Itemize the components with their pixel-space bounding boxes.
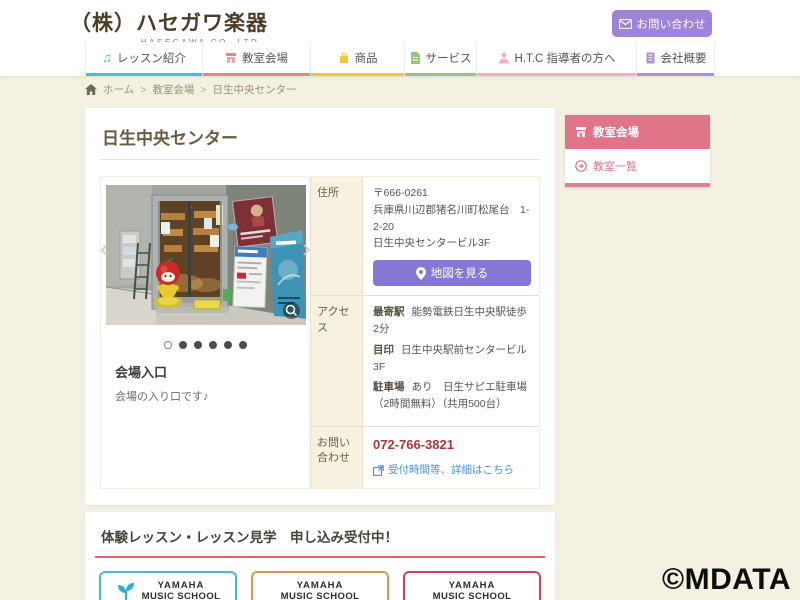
school-card-list: YAMAHA MUSIC SCHOOL ヤマハ音楽教室 YAMAHA MUSIC…	[95, 571, 545, 600]
access-label: アクセス	[311, 296, 363, 426]
view-map-label: 地図を見る	[430, 268, 489, 281]
envelope-icon	[618, 18, 632, 29]
venue-photo[interactable]	[105, 185, 306, 330]
sprout-icon	[116, 582, 136, 600]
classrooms-sidebar: 教室会場 教室一覧	[565, 115, 710, 187]
music-note-icon: ♫	[102, 50, 112, 65]
access-parking: 駐車場 あり 日生サピエ駐車場（2時間無料）（共用500台）	[373, 381, 527, 411]
map-pin-icon	[415, 266, 426, 280]
sidebar-item-label: 教室一覧	[593, 161, 637, 173]
carousel-prev-arrow[interactable]: ‹	[100, 235, 109, 261]
access-landmark: 目印 日生中央駅前センタービル3F	[373, 343, 527, 373]
tab-company[interactable]: 会社概要	[636, 42, 715, 76]
photo-carousel: ‹ › 会場入口 会場の入り口です♪	[100, 177, 311, 488]
home-icon	[85, 84, 97, 95]
view-map-button[interactable]: 地図を見る	[373, 260, 531, 287]
watermark: ©MDATA	[662, 563, 791, 596]
carousel-dot[interactable]	[224, 341, 232, 349]
document-icon	[410, 51, 421, 64]
tab-label: H.T.C 指導者の方へ	[514, 52, 616, 65]
tab-classrooms[interactable]: 教室会場	[202, 42, 310, 76]
school-building-icon	[225, 52, 237, 64]
main-nav: ♫ レッスン紹介 教室会場 商品 サービス H.T.C 指導者の方へ 会社概要	[85, 42, 715, 76]
breadcrumb: ホーム > 教室会場 > 日生中央センター	[85, 82, 296, 97]
logo-text: （株）ハセガワ楽器	[70, 12, 268, 35]
carousel-dot[interactable]	[164, 341, 172, 349]
zoom-button	[282, 302, 300, 319]
tab-label: サービス	[425, 52, 472, 65]
sidebar-header: 教室会場	[565, 115, 710, 149]
carousel-next-arrow[interactable]: ›	[302, 235, 311, 261]
tab-accent-bar	[311, 73, 404, 76]
tab-accent-bar	[86, 73, 202, 76]
breadcrumb-current: 日生中央センター	[212, 84, 297, 96]
yamaha-card-3[interactable]: YAMAHA MUSIC SCHOOL ヤマハ音楽教室 エレキギター	[403, 571, 541, 600]
trial-lesson-card: 体験レッスン・レッスン見学 申し込み受付中！ YAMAHA MUSIC SCHO…	[85, 512, 555, 600]
access-station: 最寄駅 能勢電鉄日生中央駅徒歩2分	[373, 306, 527, 335]
breadcrumb-classrooms[interactable]: 教室会場	[152, 82, 194, 97]
phone-number[interactable]: 072-766-3821	[373, 435, 531, 456]
tab-htc-instructors[interactable]: H.T.C 指導者の方へ	[476, 42, 636, 76]
tab-accent-bar	[637, 73, 714, 76]
site-header: （株）ハセガワ楽器 HASEGAWA CO.,LTD. お問い合わせ ♫ レッス…	[0, 0, 800, 76]
person-icon	[498, 52, 510, 64]
shopping-bag-icon	[338, 51, 350, 64]
address-row: 住所 〒666-0261 兵庫県川辺郡猪名川町松尾台 1-2-20 日生中央セン…	[311, 177, 539, 297]
tab-label: レッスン紹介	[116, 52, 186, 65]
tab-services[interactable]: サービス	[404, 42, 476, 76]
hours-detail-label: 受付時間等、詳細はこちら	[388, 463, 514, 476]
address-line2: 日生中央センタービル3F	[373, 237, 491, 250]
sidebar-item-classroom-list[interactable]: 教室一覧	[565, 149, 710, 183]
sidebar-header-label: 教室会場	[593, 127, 639, 139]
tab-accent-bar	[203, 73, 310, 76]
tab-products[interactable]: 商品	[310, 42, 404, 76]
photo-caption: 会場入口	[115, 365, 168, 380]
access-row: アクセス 最寄駅 能勢電鉄日生中央駅徒歩2分 目印 日生中央駅前センタービル3F 駐…	[311, 296, 539, 427]
contact-button[interactable]: お問い合わせ	[612, 10, 712, 37]
tab-lessons[interactable]: ♫ レッスン紹介	[85, 42, 202, 76]
center-detail-card: 日生中央センター ‹ › 会場入口 会場の入り口です♪ 住所 〒666-0261…	[85, 108, 555, 505]
venue-info-box: ‹ › 会場入口 会場の入り口です♪ 住所 〒666-0261 兵庫県川辺郡猪名…	[100, 176, 540, 489]
circle-arrow-icon	[575, 160, 587, 172]
external-link-icon	[373, 464, 384, 476]
breadcrumb-separator: >	[200, 83, 207, 96]
tab-label: 商品	[354, 52, 378, 65]
school-building-icon	[575, 126, 587, 138]
tab-label: 教室会場	[242, 52, 288, 65]
yamaha-card-2[interactable]: YAMAHA MUSIC SCHOOL ヤマハ音楽教室	[251, 571, 389, 600]
breadcrumb-home[interactable]: ホーム	[103, 82, 134, 97]
carousel-dot[interactable]	[194, 341, 202, 349]
tab-accent-bar	[477, 73, 636, 76]
carousel-dot[interactable]	[209, 341, 217, 349]
contact-row: お問い合わせ 072-766-3821 受付時間等、詳細はこちら	[311, 426, 539, 488]
address-label: 住所	[311, 177, 363, 296]
yamaha-logo: YAMAHA MUSIC SCHOOL ヤマハ音楽教室	[141, 580, 221, 600]
contact-button-label: お問い合わせ	[636, 18, 706, 31]
site-logo[interactable]: （株）ハセガワ楽器 HASEGAWA CO.,LTD.	[70, 7, 268, 47]
carousel-dot[interactable]	[239, 341, 247, 349]
address-line1: 兵庫県川辺郡猪名川町松尾台 1-2-20	[373, 203, 530, 233]
photo-description: 会場の入り口です♪	[115, 391, 209, 403]
tab-accent-bar	[405, 73, 476, 76]
postal-code: 〒666-0261	[373, 187, 428, 199]
contact-label: お問い合わせ	[311, 426, 363, 488]
hours-detail-link[interactable]: 受付時間等、詳細はこちら	[373, 462, 531, 479]
trial-section-title: 体験レッスン・レッスン見学 申し込み受付中！	[95, 524, 545, 558]
yamaha-logo: YAMAHA MUSIC SCHOOL ヤマハ音楽教室 エレキギター	[432, 580, 512, 600]
tab-label: 会社概要	[660, 52, 707, 65]
venue-info-table: 住所 〒666-0261 兵庫県川辺郡猪名川町松尾台 1-2-20 日生中央セン…	[310, 177, 539, 488]
carousel-dots	[101, 341, 310, 349]
yamaha-logo: YAMAHA MUSIC SCHOOL ヤマハ音楽教室	[280, 580, 360, 600]
page-title: 日生中央センター	[100, 120, 540, 160]
breadcrumb-separator: >	[140, 83, 147, 96]
company-file-icon	[645, 52, 656, 64]
carousel-dot[interactable]	[179, 341, 187, 349]
yamaha-card-1[interactable]: YAMAHA MUSIC SCHOOL ヤマハ音楽教室	[99, 571, 237, 600]
